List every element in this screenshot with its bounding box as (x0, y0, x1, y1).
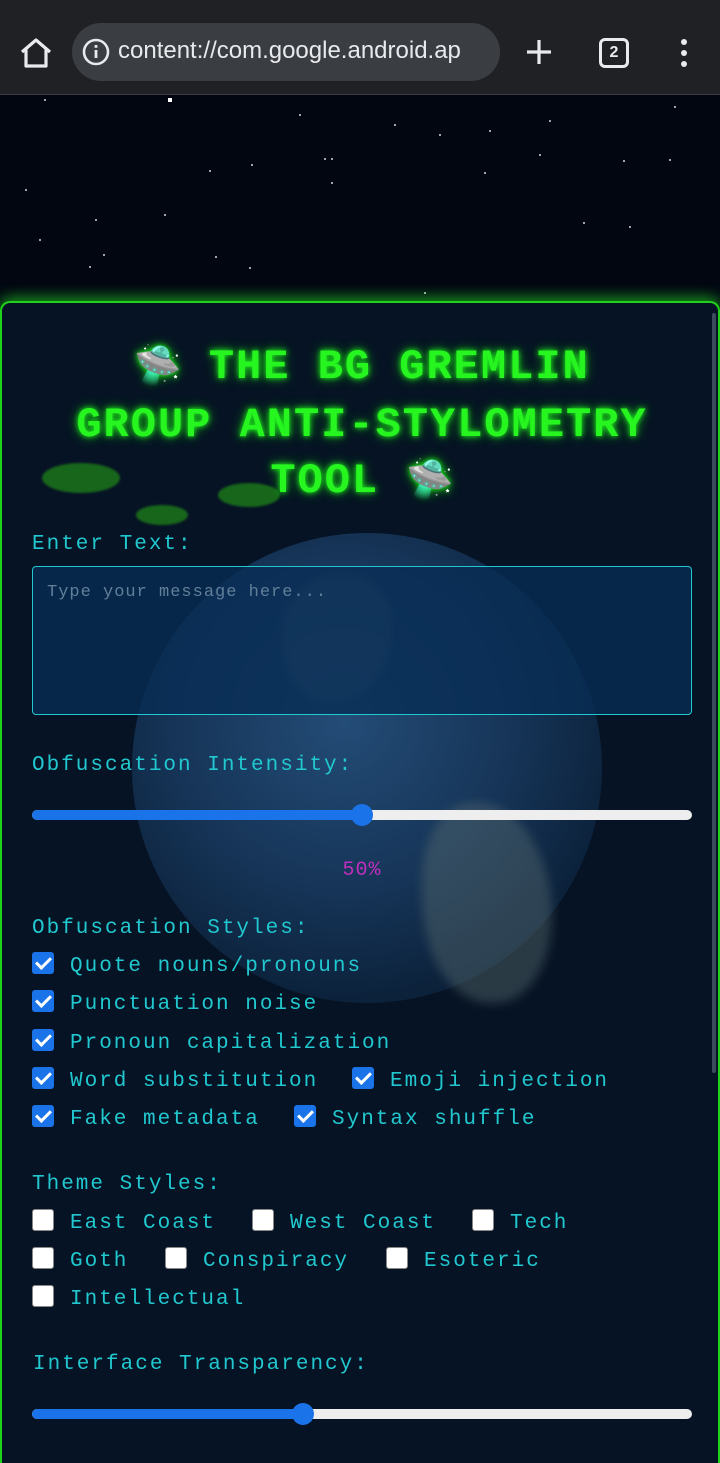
browser-toolbar: content://com.google.android.ap 2 (0, 0, 720, 95)
option-syntax-shuffle[interactable]: Syntax shuffle (294, 1104, 537, 1131)
option-pronoun-capitalization[interactable]: Pronoun capitalization (32, 1028, 392, 1055)
option-label: Esoteric (424, 1250, 541, 1273)
option-label: Intellectual (70, 1288, 246, 1311)
slider-thumb[interactable] (351, 804, 373, 826)
slider-fill (32, 810, 362, 820)
checkbox[interactable] (352, 1066, 374, 1089)
option-label: Fake metadata (70, 1108, 260, 1131)
intensity-label: Obfuscation Intensity: (32, 754, 354, 777)
option-punctuation-noise[interactable]: Punctuation noise (32, 989, 319, 1016)
checkbox[interactable] (294, 1104, 316, 1127)
page-title: 🛸 THE BG GREMLIN GROUP ANTI-STYLOMETRY T… (22, 339, 702, 511)
new-tab-icon[interactable] (524, 37, 554, 67)
option-word-substitution[interactable]: Word substitution (32, 1066, 319, 1093)
ufo-icon: 🛸 (406, 461, 454, 504)
checkbox[interactable] (472, 1208, 494, 1231)
site-info-icon[interactable] (82, 38, 110, 66)
checkbox[interactable] (386, 1246, 408, 1269)
option-label: East Coast (70, 1212, 217, 1235)
checkbox[interactable] (165, 1246, 187, 1269)
theme-east-coast[interactable]: East Coast (32, 1208, 217, 1235)
checkbox[interactable] (32, 1028, 54, 1051)
option-emoji-injection[interactable]: Emoji injection (352, 1066, 610, 1093)
option-label: Tech (510, 1212, 569, 1235)
address-bar[interactable]: content://com.google.android.ap (72, 23, 500, 81)
option-label: Syntax shuffle (332, 1108, 537, 1131)
title-line-1: THE BG GREMLIN (208, 343, 590, 391)
tool-panel: 🛸 THE BG GREMLIN GROUP ANTI-STYLOMETRY T… (0, 301, 720, 1463)
message-input[interactable] (32, 566, 692, 715)
home-icon[interactable] (18, 36, 54, 70)
option-label: Conspiracy (203, 1250, 350, 1273)
checkbox[interactable] (252, 1208, 274, 1231)
page-content: 🛸 THE BG GREMLIN GROUP ANTI-STYLOMETRY T… (0, 95, 720, 1463)
theme-tech[interactable]: Tech (472, 1208, 569, 1235)
theme-goth[interactable]: Goth (32, 1246, 129, 1273)
checkbox[interactable] (32, 1284, 54, 1307)
title-line-2: GROUP ANTI-STYLOMETRY (76, 401, 648, 449)
address-url: content://com.google.android.ap (118, 37, 461, 64)
theme-conspiracy[interactable]: Conspiracy (165, 1246, 350, 1273)
option-label: Word substitution (70, 1070, 319, 1093)
checkbox[interactable] (32, 951, 54, 974)
obfuscation-styles-label: Obfuscation Styles: (32, 917, 310, 940)
option-label: Pronoun capitalization (70, 1032, 392, 1055)
theme-esoteric[interactable]: Esoteric (386, 1246, 541, 1273)
intensity-slider[interactable] (32, 804, 692, 826)
ufo-icon: 🛸 (134, 347, 182, 390)
option-label: West Coast (290, 1212, 437, 1235)
option-fake-metadata[interactable]: Fake metadata (32, 1104, 260, 1131)
transparency-label: Interface Transparency: (33, 1353, 369, 1376)
checkbox[interactable] (32, 1208, 54, 1231)
option-quote-nouns[interactable]: Quote nouns/pronouns (32, 951, 363, 978)
slider-thumb[interactable] (291, 1403, 314, 1425)
more-menu-icon[interactable] (672, 38, 696, 68)
checkbox[interactable] (32, 1246, 54, 1269)
checkbox[interactable] (32, 1066, 54, 1089)
option-label: Quote nouns/pronouns (70, 955, 363, 978)
intensity-value: 50% (342, 859, 382, 882)
theme-styles-label: Theme Styles: (32, 1173, 222, 1196)
transparency-slider[interactable] (32, 1403, 692, 1425)
slider-fill (32, 1409, 303, 1419)
title-line-3: TOOL (270, 457, 380, 505)
option-label: Punctuation noise (70, 993, 319, 1016)
theme-west-coast[interactable]: West Coast (252, 1208, 437, 1235)
option-label: Goth (70, 1250, 129, 1273)
scrollbar[interactable] (712, 313, 716, 1073)
tab-switcher-button[interactable]: 2 (599, 38, 629, 68)
theme-intellectual[interactable]: Intellectual (32, 1284, 246, 1311)
checkbox[interactable] (32, 989, 54, 1012)
option-label: Emoji injection (390, 1070, 610, 1093)
checkbox[interactable] (32, 1104, 54, 1127)
enter-text-label: Enter Text: (32, 533, 193, 556)
